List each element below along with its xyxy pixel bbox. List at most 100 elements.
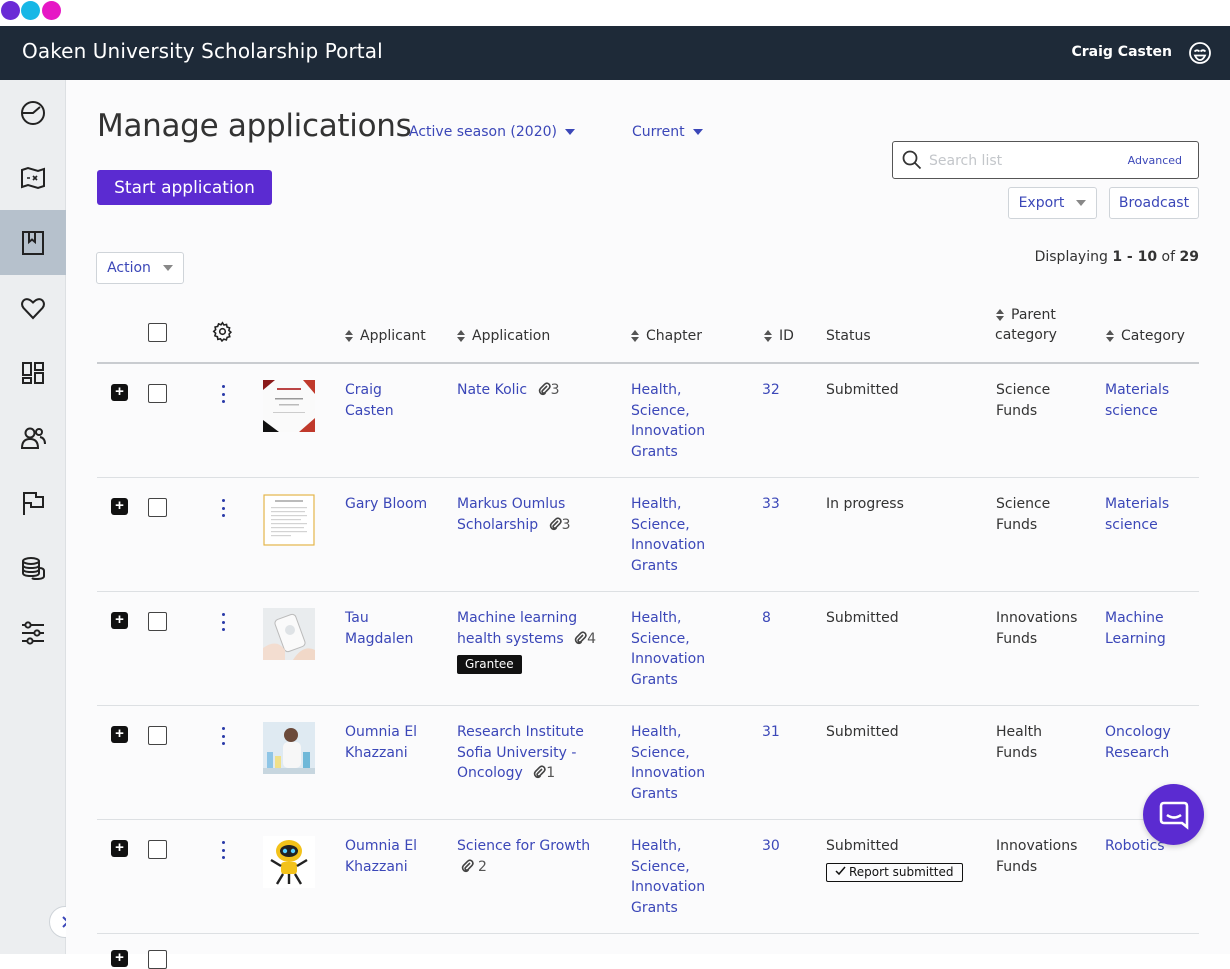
category-link[interactable]: science <box>1105 401 1199 422</box>
application-link[interactable]: Markus Oumlus <box>457 496 565 512</box>
row-checkbox[interactable] <box>148 612 167 631</box>
id-link[interactable]: 8 <box>762 608 771 629</box>
chapter-link[interactable]: Innovation <box>631 421 741 442</box>
chapter-link[interactable]: Innovation <box>631 535 741 556</box>
expand-row-icon[interactable]: + <box>111 612 128 629</box>
category-link[interactable]: Materials <box>1105 380 1199 401</box>
applicant-thumbnail[interactable] <box>263 608 315 660</box>
broadcast-button[interactable]: Broadcast <box>1109 187 1199 219</box>
sidebar-item-flags[interactable] <box>0 470 66 535</box>
chapter-link[interactable]: Grants <box>631 556 741 577</box>
category-link[interactable]: Machine <box>1105 608 1199 629</box>
applicant-thumbnail[interactable] <box>263 380 315 432</box>
application-link[interactable]: Nate Kolic <box>457 382 527 398</box>
window-dot-purple[interactable] <box>1 1 20 20</box>
chapter-link[interactable]: Grants <box>631 670 741 691</box>
sidebar-item-funds[interactable] <box>0 535 66 600</box>
application-link[interactable]: Research Institute <box>457 724 584 740</box>
id-link[interactable]: 30 <box>762 836 780 857</box>
application-link[interactable]: Oncology <box>457 765 523 781</box>
sidebar-item-favorites[interactable] <box>0 275 66 340</box>
chat-launcher-button[interactable] <box>1143 784 1204 845</box>
applicant-link[interactable]: Tau <box>345 608 445 629</box>
sidebar-item-users[interactable] <box>0 405 66 470</box>
applicant-link[interactable]: Khazzani <box>345 743 445 764</box>
category-link[interactable]: science <box>1105 515 1199 536</box>
row-checkbox[interactable] <box>148 498 167 517</box>
applicant-thumbnail[interactable] <box>263 722 315 774</box>
chapter-link[interactable]: Innovation <box>631 763 741 784</box>
user-avatar-icon[interactable] <box>1188 41 1212 65</box>
status-filter-dropdown[interactable]: Current <box>632 124 703 140</box>
chapter-link[interactable]: Science, <box>631 515 741 536</box>
sidebar-item-settings[interactable] <box>0 600 66 665</box>
row-checkbox[interactable] <box>148 726 167 745</box>
category-link[interactable]: Materials <box>1105 494 1199 515</box>
window-dot-cyan[interactable] <box>21 1 40 20</box>
action-dropdown[interactable]: Action <box>96 252 184 284</box>
column-application[interactable]: Application <box>457 326 550 346</box>
chapter-link[interactable]: Grants <box>631 784 741 805</box>
application-link[interactable]: health systems <box>457 631 564 647</box>
start-application-button[interactable]: Start application <box>97 170 272 205</box>
applicant-link[interactable]: Oumnia El <box>345 836 445 857</box>
expand-row-icon[interactable]: + <box>111 950 128 967</box>
row-checkbox[interactable] <box>148 384 167 403</box>
chapter-link[interactable]: Innovation <box>631 877 741 898</box>
category-link[interactable]: Oncology <box>1105 722 1199 743</box>
application-link[interactable]: Scholarship <box>457 517 538 533</box>
application-link[interactable]: Machine learning <box>457 610 577 626</box>
search-input[interactable] <box>929 151 1119 171</box>
sidebar-item-applications[interactable] <box>0 210 66 275</box>
application-link[interactable]: Sofia University - <box>457 745 576 761</box>
applicant-link[interactable]: Gary Bloom <box>345 494 445 515</box>
chapter-link[interactable]: Innovation <box>631 649 741 670</box>
id-link[interactable]: 31 <box>762 722 780 743</box>
chapter-link[interactable]: Grants <box>631 442 741 463</box>
expand-row-icon[interactable]: + <box>111 384 128 401</box>
applicant-link[interactable]: Casten <box>345 401 445 422</box>
chapter-link[interactable]: Science, <box>631 629 741 650</box>
applicant-thumbnail[interactable] <box>263 494 315 546</box>
column-id[interactable]: ID <box>764 326 794 346</box>
user-name[interactable]: Craig Casten <box>1071 44 1172 60</box>
applicant-link[interactable]: Magdalen <box>345 629 445 650</box>
chapter-link[interactable]: Grants <box>631 898 741 919</box>
chapter-link[interactable]: Science, <box>631 857 741 878</box>
sidebar-item-map[interactable] <box>0 145 66 210</box>
applicant-link[interactable]: Khazzani <box>345 857 445 878</box>
applicant-link[interactable]: Oumnia El <box>345 722 445 743</box>
sidebar-item-layout[interactable] <box>0 340 66 405</box>
column-chapter[interactable]: Chapter <box>631 326 702 346</box>
advanced-search-link[interactable]: Advanced <box>1128 154 1182 167</box>
applicant-link[interactable]: Craig <box>345 380 445 401</box>
column-parent-category[interactable]: Parent category <box>995 305 1057 345</box>
row-checkbox[interactable] <box>148 950 167 969</box>
expand-row-icon[interactable]: + <box>111 726 128 743</box>
row-actions-kebab-icon[interactable] <box>219 613 227 631</box>
application-link[interactable]: Science for Growth <box>457 838 590 854</box>
chapter-link[interactable]: Health, <box>631 836 741 857</box>
select-all-checkbox[interactable] <box>148 323 167 342</box>
column-settings-gear-icon[interactable] <box>212 321 233 342</box>
chapter-link[interactable]: Health, <box>631 608 741 629</box>
column-category[interactable]: Category <box>1106 326 1185 346</box>
chapter-link[interactable]: Science, <box>631 743 741 764</box>
chapter-link[interactable]: Science, <box>631 401 741 422</box>
chapter-link[interactable]: Health, <box>631 380 741 401</box>
row-actions-kebab-icon[interactable] <box>219 841 227 859</box>
window-dot-magenta[interactable] <box>42 1 61 20</box>
export-button[interactable]: Export <box>1008 187 1097 219</box>
category-link[interactable]: Research <box>1105 743 1199 764</box>
sidebar-item-dashboard[interactable] <box>0 80 66 145</box>
category-link[interactable]: Learning <box>1105 629 1199 650</box>
row-checkbox[interactable] <box>148 840 167 859</box>
chapter-link[interactable]: Health, <box>631 494 741 515</box>
id-link[interactable]: 33 <box>762 494 780 515</box>
expand-row-icon[interactable]: + <box>111 498 128 515</box>
applicant-thumbnail[interactable] <box>263 836 315 888</box>
row-actions-kebab-icon[interactable] <box>219 499 227 517</box>
expand-row-icon[interactable]: + <box>111 840 128 857</box>
column-applicant[interactable]: Applicant <box>345 326 426 346</box>
row-actions-kebab-icon[interactable] <box>219 727 227 745</box>
